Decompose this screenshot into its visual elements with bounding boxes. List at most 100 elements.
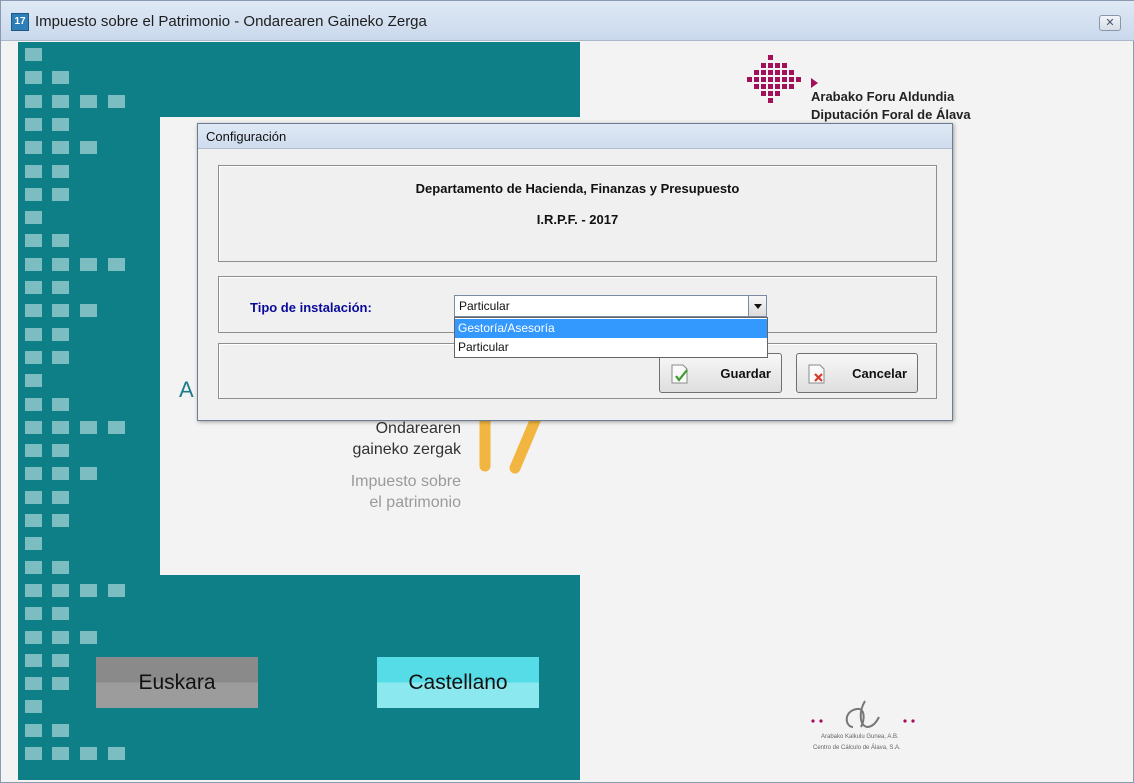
decorative-square xyxy=(52,258,69,271)
decorative-square xyxy=(52,165,69,178)
splash-teal-band-left xyxy=(18,117,160,575)
decorative-square xyxy=(52,188,69,201)
splash-basque-text: Ondarearen gaineko zergak xyxy=(352,418,461,460)
decorative-square xyxy=(80,584,97,597)
decorative-square xyxy=(52,724,69,737)
decorative-square xyxy=(25,700,42,713)
decorative-square xyxy=(52,95,69,108)
splash-spanish-text: Impuesto sobre el patrimonio xyxy=(351,471,461,513)
decorative-square xyxy=(25,71,42,84)
decorative-square xyxy=(25,211,42,224)
decorative-square xyxy=(52,304,69,317)
decorative-square xyxy=(25,258,42,271)
decorative-square xyxy=(108,421,125,434)
euskara-button[interactable]: Euskara xyxy=(96,657,258,708)
decorative-square xyxy=(80,258,97,271)
dialog-title: Configuración xyxy=(206,129,287,144)
cancelar-button[interactable]: Cancelar xyxy=(796,353,918,393)
decorative-square xyxy=(52,118,69,131)
org-name-spanish: Diputación Foral de Álava xyxy=(811,107,971,122)
decorative-square xyxy=(25,631,42,644)
year-17-graphic-icon xyxy=(479,416,543,474)
decorative-square xyxy=(25,584,42,597)
decorative-square xyxy=(25,561,42,574)
decorative-square xyxy=(80,467,97,480)
decorative-square xyxy=(52,491,69,504)
ccaa-text-spanish: Centro de Cálculo de Álava, S.A. xyxy=(813,745,901,751)
decorative-square xyxy=(25,118,42,131)
decorative-square xyxy=(52,141,69,154)
window-title: Impuesto sobre el Patrimonio - Ondareare… xyxy=(35,13,427,30)
decorative-square xyxy=(80,747,97,760)
decorative-square xyxy=(25,491,42,504)
install-type-value: Particular xyxy=(459,299,510,313)
decorative-square xyxy=(52,584,69,597)
decorative-square xyxy=(25,141,42,154)
splash-teal-band-top xyxy=(18,42,580,117)
install-type-label: Tipo de instalación: xyxy=(250,300,372,315)
dropdown-option-gestoria[interactable]: Gestoría/Asesoría xyxy=(455,319,767,338)
play-arrow-icon xyxy=(811,78,818,88)
splash-basque-line2: gaineko zergak xyxy=(352,441,461,458)
guardar-label: Guardar xyxy=(720,366,771,381)
decorative-square xyxy=(52,398,69,411)
main-window: 17 Impuesto sobre el Patrimonio - Ondare… xyxy=(0,0,1134,783)
tax-year-label: I.R.P.F. - 2017 xyxy=(536,212,619,227)
decorative-square xyxy=(52,281,69,294)
org-name-basque: Arabako Foru Aldundia xyxy=(811,89,955,104)
decorative-square xyxy=(25,48,42,61)
guardar-button[interactable]: Guardar xyxy=(659,353,782,393)
decorative-square xyxy=(52,631,69,644)
decorative-square xyxy=(52,444,69,457)
decorative-square xyxy=(25,677,42,690)
config-dialog: Configuración Departamento de Hacienda, … xyxy=(197,123,953,421)
title-bar: 17 Impuesto sobre el Patrimonio - Ondare… xyxy=(1,1,1134,41)
decorative-square xyxy=(25,304,42,317)
ccaa-logo-icon xyxy=(811,700,915,729)
department-name: Departamento de Hacienda, Finanzas y Pre… xyxy=(415,181,740,196)
install-type-dropdown: Gestoría/Asesoría Particular xyxy=(454,317,768,358)
decorative-square xyxy=(25,654,42,667)
decorative-square xyxy=(52,747,69,760)
decorative-square xyxy=(80,95,97,108)
decorative-square xyxy=(52,561,69,574)
decorative-square xyxy=(25,234,42,247)
decorative-square xyxy=(25,607,42,620)
decorative-square xyxy=(25,398,42,411)
diputacion-logo-icon xyxy=(747,55,801,103)
dropdown-option-particular[interactable]: Particular xyxy=(455,338,767,357)
dialog-title-bar: Configuración xyxy=(198,124,952,149)
decorative-square xyxy=(108,258,125,271)
splash-spanish-line2: el patrimonio xyxy=(369,494,461,511)
decorative-square xyxy=(52,234,69,247)
install-type-select[interactable]: Particular xyxy=(454,295,767,317)
save-check-icon xyxy=(671,364,688,384)
decorative-square xyxy=(52,351,69,364)
decorative-square xyxy=(25,281,42,294)
decorative-square xyxy=(25,374,42,387)
decorative-square xyxy=(25,747,42,760)
decorative-square xyxy=(52,654,69,667)
decorative-square xyxy=(52,328,69,341)
decorative-square xyxy=(25,444,42,457)
decorative-square xyxy=(25,724,42,737)
decorative-square xyxy=(52,607,69,620)
decorative-square xyxy=(80,631,97,644)
chevron-down-icon[interactable] xyxy=(748,296,766,316)
decorative-square xyxy=(25,537,42,550)
decorative-square xyxy=(25,514,42,527)
decorative-square xyxy=(80,421,97,434)
decorative-square xyxy=(52,467,69,480)
decorative-square xyxy=(25,467,42,480)
decorative-square xyxy=(25,328,42,341)
close-window-button[interactable]: ✕ xyxy=(1099,15,1121,31)
cancelar-label: Cancelar xyxy=(852,366,907,381)
decorative-square xyxy=(52,421,69,434)
splash-spanish-line1: Impuesto sobre xyxy=(350,473,461,490)
cancel-x-icon xyxy=(808,364,825,384)
ccaa-text-basque: Arabako Kalkulu Gunea, A.B. xyxy=(821,734,899,740)
decorative-square xyxy=(108,584,125,597)
decorative-square xyxy=(80,141,97,154)
castellano-button[interactable]: Castellano xyxy=(377,657,539,708)
decorative-square xyxy=(25,95,42,108)
